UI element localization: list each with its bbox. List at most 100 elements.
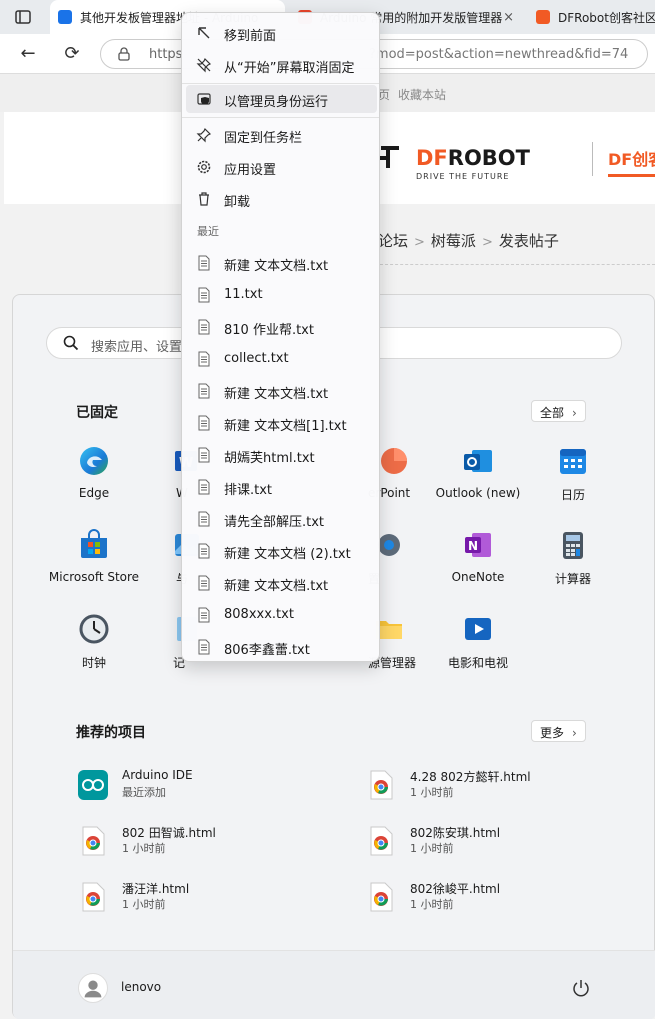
- app-label: W: [128, 486, 188, 500]
- chrome-file-icon: [82, 826, 105, 856]
- back-arrow-icon[interactable]: ←: [16, 42, 40, 66]
- pin-icon: [196, 127, 212, 143]
- menu-label: 移到前面: [224, 29, 277, 44]
- recommended-time: 1 小时前: [410, 842, 454, 855]
- app-label: 电影和电视: [447, 656, 508, 670]
- recommended-item[interactable]: Arduino IDE 最近添加: [78, 768, 338, 808]
- recommended-time: 1 小时前: [122, 842, 166, 855]
- more-label: 更多: [540, 726, 565, 740]
- edge-icon: [80, 447, 108, 475]
- tab-actions-icon[interactable]: [14, 8, 32, 26]
- browser-tab-3[interactable]: DFRobot创客社区 - 开源: [530, 0, 655, 34]
- app-notepad[interactable]: 记: [128, 613, 197, 671]
- recommended-item[interactable]: 潘汪洋.html 1 小时前: [78, 880, 338, 920]
- recent-file-name: 新建 文本文档[1].txt: [224, 419, 347, 434]
- recent-file-item[interactable]: 810 作业帮.txt: [186, 313, 377, 341]
- menu-uninstall[interactable]: 卸载: [186, 185, 377, 213]
- calculator-icon: [563, 532, 583, 559]
- chrome-file-icon: [370, 882, 393, 912]
- recent-file-item[interactable]: 新建 文本文档 (2).txt: [186, 537, 377, 565]
- recommended-title: 推荐的项目: [76, 725, 146, 741]
- app-onenote[interactable]: N OneNote: [428, 529, 528, 584]
- breadcrumb-new-post: 发表帖子: [498, 232, 559, 250]
- recent-file-item[interactable]: 请先全部解压.txt: [186, 505, 377, 533]
- recommended-name: 802徐峻平.html: [410, 882, 501, 896]
- all-apps-button[interactable]: 全部 ›: [531, 400, 586, 422]
- text-file-icon: [198, 479, 210, 495]
- chevron-right-icon: >: [481, 235, 493, 250]
- chrome-file-icon: [82, 882, 105, 912]
- context-menu: 移到前面 从“开始”屏幕取消固定 以管理员身份运行 固定到任务栏 应用设置 卸载…: [181, 12, 380, 662]
- recent-file-item[interactable]: 11.txt: [186, 281, 377, 309]
- tab-title: DFRobot创客社区 - 开源: [558, 10, 655, 25]
- recent-file-item[interactable]: 排课.txt: [186, 473, 377, 501]
- dfrobot-favicon-icon: [536, 10, 550, 24]
- username[interactable]: lenovo: [121, 980, 161, 994]
- menu-app-settings[interactable]: 应用设置: [186, 153, 377, 181]
- power-icon[interactable]: [571, 978, 591, 998]
- recommended-item[interactable]: 802徐峻平.html 1 小时前: [366, 880, 626, 920]
- recommended-time: 1 小时前: [122, 898, 166, 911]
- refresh-icon[interactable]: ⟳: [60, 42, 84, 66]
- text-file-icon: [198, 415, 210, 431]
- app-label: 日历: [560, 488, 585, 502]
- lock-icon: [118, 47, 130, 61]
- menu-pin-taskbar[interactable]: 固定到任务栏: [186, 121, 377, 149]
- text-file-icon: [198, 575, 210, 591]
- recent-file-name: 806李鑫蕾.txt: [224, 643, 310, 658]
- store-icon: [81, 529, 107, 558]
- onenote-icon: N: [465, 533, 491, 557]
- close-tab-icon[interactable]: ×: [503, 10, 514, 25]
- site-tag[interactable]: DF创客: [608, 146, 655, 170]
- chevron-right-icon: >: [414, 235, 425, 250]
- recommended-name: 4.28 802方懿轩.html: [410, 770, 531, 784]
- menu-label: 从“开始”屏幕取消固定: [224, 61, 355, 76]
- recent-file-item[interactable]: 808xxx.txt: [186, 601, 377, 629]
- logo-text[interactable]: DFROBOT: [416, 146, 530, 170]
- breadcrumb-forum[interactable]: 论坛: [378, 232, 408, 250]
- search-favicon-icon: [58, 10, 72, 24]
- recent-file-item[interactable]: 新建 文本文档.txt: [186, 249, 377, 277]
- text-file-icon: [198, 287, 210, 303]
- text-file-icon: [198, 639, 210, 655]
- app-calendar[interactable]: 日历: [523, 445, 623, 503]
- recent-file-item[interactable]: 新建 文本文档.txt: [186, 569, 377, 597]
- recent-file-item[interactable]: 新建 文本文档.txt: [186, 377, 377, 405]
- recommended-item[interactable]: 802陈安琪.html 1 小时前: [366, 824, 626, 864]
- app-movies-tv[interactable]: 电影和电视: [428, 613, 528, 671]
- app-outlook[interactable]: Outlook (new): [428, 445, 528, 500]
- gear-icon: [197, 160, 211, 174]
- app-word[interactable]: W W: [128, 445, 197, 500]
- recent-file-item[interactable]: collect.txt: [186, 345, 377, 373]
- recent-file-name: 新建 文本文档.txt: [224, 259, 329, 274]
- menu-move-to-front[interactable]: 移到前面: [186, 19, 377, 47]
- recent-file-name: 新建 文本文档.txt: [224, 579, 329, 594]
- recent-file-item[interactable]: 新建 文本文档[1].txt: [186, 409, 377, 437]
- app-photos[interactable]: 与: [128, 529, 199, 587]
- recent-file-name: 请先全部解压.txt: [224, 515, 325, 530]
- recommended-name: 802 田智诚.html: [122, 826, 216, 840]
- menu-run-as-admin[interactable]: 以管理员身份运行: [186, 85, 377, 113]
- menu-separator: [182, 117, 379, 118]
- outlook-icon: [464, 450, 492, 472]
- recent-file-name: 11.txt: [224, 287, 263, 302]
- logo-df: DF: [416, 146, 448, 170]
- logo-tagline: DRIVE THE FUTURE: [416, 172, 510, 181]
- user-avatar-icon[interactable]: [78, 973, 108, 1003]
- text-file-icon: [198, 255, 210, 271]
- recent-file-name: 胡嫣芙html.txt: [224, 451, 315, 466]
- breadcrumb-raspberry-pi[interactable]: 树莓派: [431, 232, 476, 250]
- recent-file-item[interactable]: 胡嫣芙html.txt: [186, 441, 377, 469]
- recent-file-item[interactable]: 806李鑫蕾.txt: [186, 633, 377, 661]
- app-calculator[interactable]: 计算器: [523, 529, 623, 587]
- chevron-right-icon: ›: [572, 406, 577, 420]
- recommended-item[interactable]: 802 田智诚.html 1 小时前: [78, 824, 338, 864]
- logo-robot: ROBOT: [447, 146, 530, 170]
- bookmark-link[interactable]: 收藏本站: [398, 86, 446, 103]
- menu-unpin-start[interactable]: 从“开始”屏幕取消固定: [186, 51, 377, 79]
- search-placeholder: 搜索应用、设置: [91, 340, 183, 355]
- recommended-time: 1 小时前: [410, 898, 454, 911]
- chrome-file-icon: [370, 826, 393, 856]
- recommended-item[interactable]: 4.28 802方懿轩.html 1 小时前: [366, 768, 626, 808]
- more-button[interactable]: 更多 ›: [531, 720, 586, 742]
